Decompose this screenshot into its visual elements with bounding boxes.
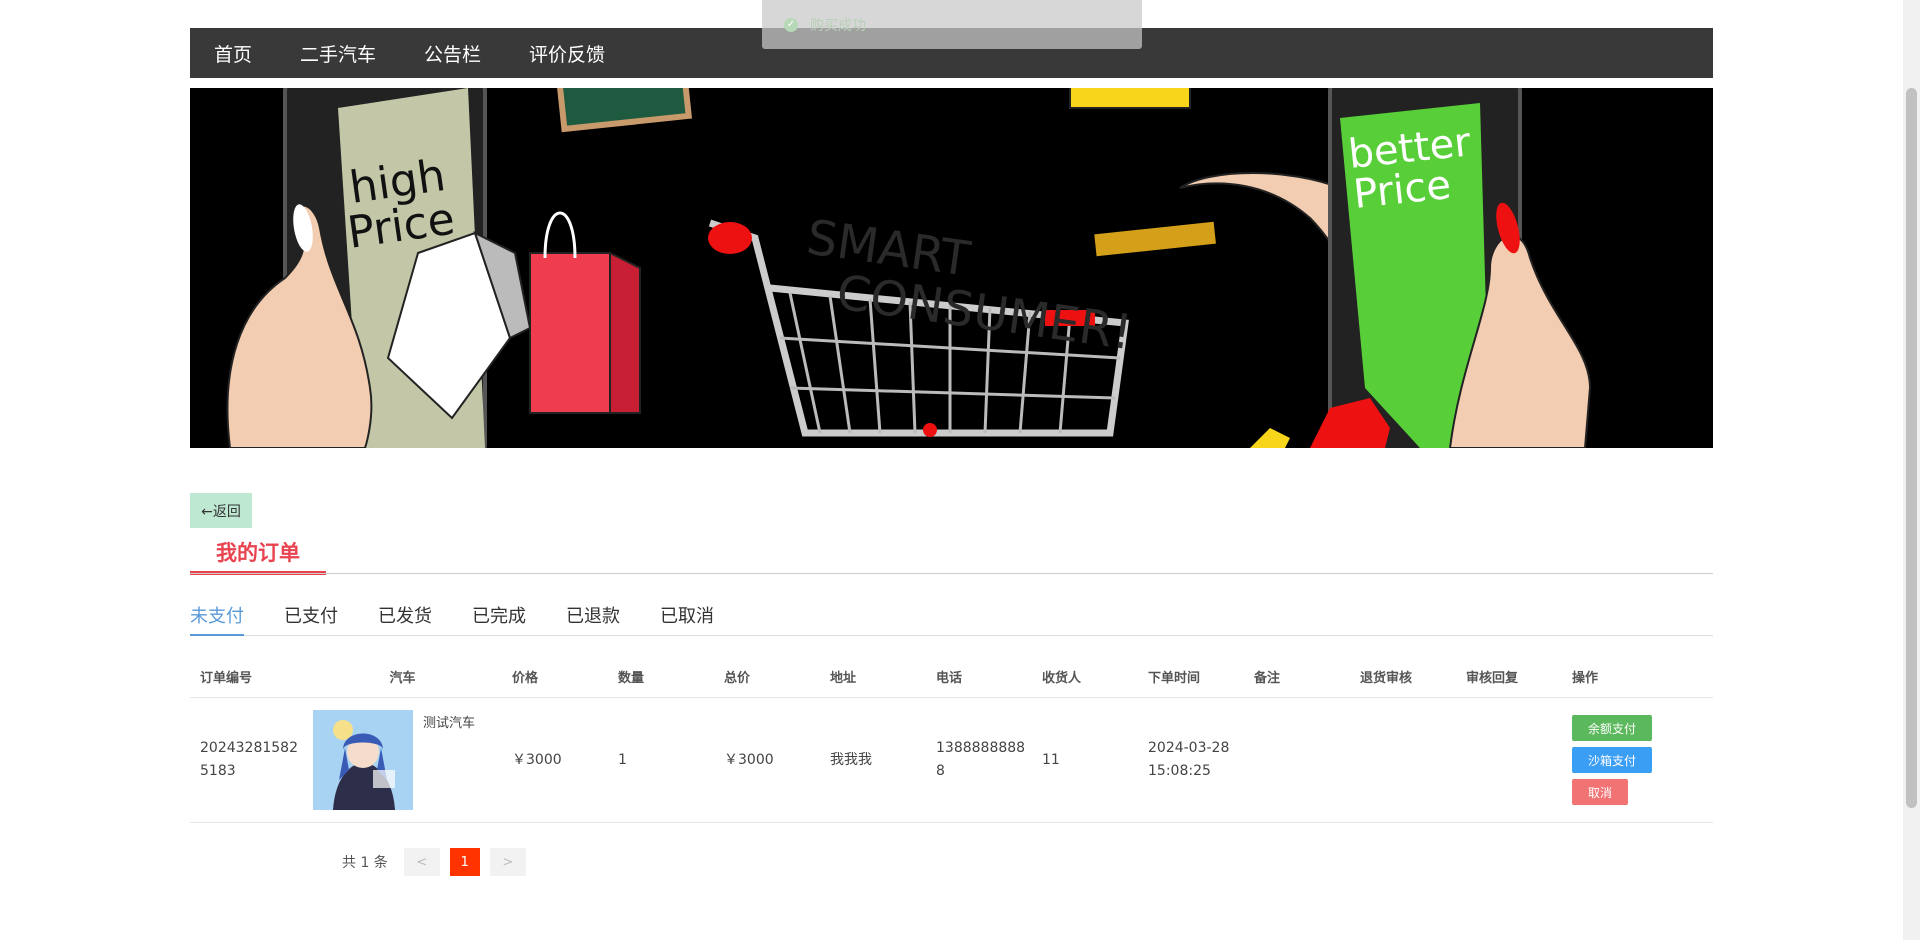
- sandbox-pay-button[interactable]: 沙箱支付: [1572, 747, 1652, 773]
- site-title-cut: [190, 0, 450, 6]
- nav-item-feedback[interactable]: 评价反馈: [529, 40, 605, 67]
- scrollbar-thumb[interactable]: [1906, 88, 1917, 808]
- header-receiver: 收货人: [1042, 671, 1082, 686]
- shopping-illustration: high Price SMART CONSUMER! better Price: [190, 88, 1713, 448]
- nav-item-home[interactable]: 首页: [214, 40, 252, 67]
- table-row: 20243281582 5183 测试汽车 ￥3000 1 ￥3000 我我我 …: [190, 698, 1713, 823]
- header-quantity: 数量: [618, 671, 645, 686]
- order-status-tabs: 未支付 已支付 已发货 已完成 已退款 已取消: [190, 601, 1713, 636]
- header-address: 地址: [830, 671, 857, 686]
- title-divider: [190, 573, 1713, 574]
- header-note: 备注: [1254, 671, 1281, 686]
- table-header: 订单编号 汽车 价格 数量 总价 地址 电话 收货人 下单时间 备注 退货审核 …: [190, 656, 1713, 698]
- balance-pay-button[interactable]: 余额支付: [1572, 715, 1652, 741]
- page-1-button[interactable]: 1: [449, 848, 480, 876]
- header-review-reply: 审核回复: [1466, 671, 1519, 686]
- nav-item-used-cars[interactable]: 二手汽车: [300, 40, 376, 67]
- cell-quantity: 1: [618, 751, 627, 768]
- header-total: 总价: [724, 671, 751, 686]
- pagination-total: 共 1 条: [342, 855, 388, 871]
- header-car: 汽车: [389, 671, 416, 686]
- page-title: 我的订单: [190, 533, 326, 575]
- check-circle-icon: ✓: [784, 17, 798, 32]
- cell-address: 我我我: [830, 751, 872, 768]
- tab-paid[interactable]: 已支付: [284, 601, 338, 636]
- tab-shipped[interactable]: 已发货: [378, 601, 432, 636]
- toast-message: 购买成功: [810, 17, 866, 34]
- car-thumbnail[interactable]: [313, 710, 413, 810]
- cell-phone: 1388888888 8: [936, 740, 1026, 779]
- cell-total: ￥3000: [724, 751, 774, 768]
- orders-table: 订单编号 汽车 价格 数量 总价 地址 电话 收货人 下单时间 备注 退货审核 …: [190, 656, 1713, 823]
- cancel-order-button[interactable]: 取消: [1572, 779, 1628, 805]
- header-phone: 电话: [936, 671, 963, 686]
- header-actions: 操作: [1572, 671, 1599, 686]
- cell-car: 测试汽车: [303, 710, 502, 810]
- car-name: 测试汽车: [423, 716, 476, 731]
- banner-image: high Price SMART CONSUMER! better Price: [190, 88, 1713, 448]
- tab-cancelled[interactable]: 已取消: [660, 601, 714, 636]
- prev-page-button[interactable]: <: [403, 848, 440, 876]
- tab-refunded[interactable]: 已退款: [566, 601, 620, 636]
- pagination: 共 1 条 < 1 >: [342, 848, 526, 876]
- header-return-review: 退货审核: [1360, 671, 1413, 686]
- vertical-scrollbar[interactable]: [1903, 0, 1920, 940]
- tab-unpaid[interactable]: 未支付: [190, 601, 244, 636]
- back-button[interactable]: ←返回: [190, 493, 252, 528]
- cell-actions: 余额支付 沙箱支付 取消: [1562, 715, 1712, 805]
- nav-item-notice-board[interactable]: 公告栏: [424, 40, 481, 67]
- success-toast: ✓ 购买成功: [762, 0, 1142, 49]
- cell-price: ￥3000: [512, 751, 562, 768]
- header-order-time: 下单时间: [1148, 671, 1201, 686]
- tab-completed[interactable]: 已完成: [472, 601, 526, 636]
- header-price: 价格: [512, 671, 539, 686]
- cell-receiver: 11: [1042, 751, 1060, 768]
- header-order-no: 订单编号: [200, 671, 253, 686]
- next-page-button[interactable]: >: [489, 848, 526, 876]
- cell-order-no: 20243281582 5183: [200, 740, 298, 779]
- cell-order-time: 2024-03-28 15:08:25: [1148, 740, 1230, 779]
